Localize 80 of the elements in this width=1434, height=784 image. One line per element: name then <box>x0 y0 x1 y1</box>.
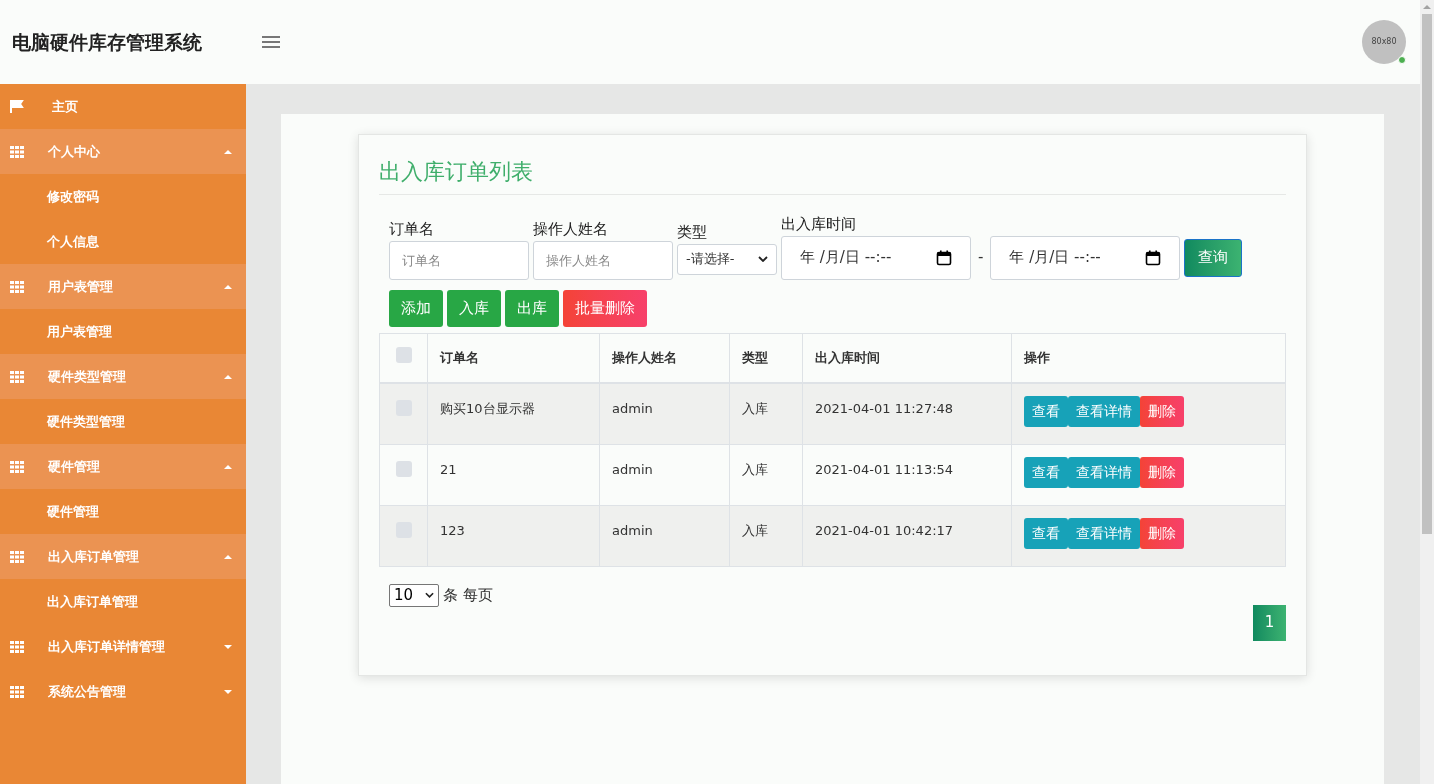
sidebar-item[interactable]: 主页 <box>0 84 246 129</box>
row-action-button[interactable]: 查看 <box>1024 517 1068 549</box>
caret-icon <box>224 464 232 469</box>
datetime-field[interactable]: 年 /月/日 --:-- <box>781 235 971 280</box>
search-button[interactable]: 查询 <box>1184 238 1243 277</box>
table-cell: 入库 <box>729 505 803 566</box>
table-cell: 123 <box>427 505 600 566</box>
caret-icon <box>224 149 232 154</box>
avatar-text: 80x80 <box>1371 36 1397 48</box>
sidebar-subitem[interactable]: 用户表管理 <box>0 309 246 354</box>
sidebar-group[interactable]: 用户表管理 <box>0 264 246 309</box>
table-cell: 2021-04-01 11:13:54 <box>802 444 1012 505</box>
caret-icon <box>224 689 232 694</box>
scrollbar-thumb[interactable] <box>1422 14 1432 534</box>
grid-icon <box>10 280 24 293</box>
table-cell: admin <box>599 505 730 566</box>
table-cell: 2021-04-01 11:27:48 <box>802 383 1012 444</box>
grid-icon <box>10 685 24 698</box>
sidebar-group[interactable]: 出入库订单详情管理 <box>0 624 246 669</box>
page-size-select[interactable]: 10 <box>389 583 439 607</box>
sidebar-group[interactable]: 系统公告管理 <box>0 669 246 714</box>
chevron-icon <box>425 592 434 598</box>
row-action-button[interactable]: 删除 <box>1140 396 1184 427</box>
chevron-icon <box>758 256 768 262</box>
table-cell: admin <box>599 383 730 444</box>
page-button[interactable]: 1 <box>1253 604 1286 641</box>
sidebar-subitem[interactable]: 硬件类型管理 <box>0 399 246 444</box>
table-cell: 21 <box>427 444 600 505</box>
caret-icon <box>224 374 232 379</box>
range-separator: - <box>978 247 984 269</box>
table-cell: admin <box>599 444 730 505</box>
caret-icon <box>224 284 232 289</box>
filter-label: 操作人姓名 <box>533 219 609 240</box>
flag-icon <box>10 100 24 113</box>
table-cell: 购买10台显示器 <box>427 383 600 444</box>
action-button[interactable]: 批量删除 <box>563 289 647 327</box>
sidebar-group[interactable]: 硬件类型管理 <box>0 354 246 399</box>
checkbox[interactable] <box>395 460 412 477</box>
text-field[interactable]: 操作人姓名 <box>533 240 673 280</box>
action-button[interactable]: 入库 <box>447 289 501 327</box>
page-size-label: 条 每页 <box>443 584 493 606</box>
avatar[interactable]: 80x80 <box>1362 20 1406 64</box>
calendar-icon <box>1145 249 1162 266</box>
grid-icon <box>10 640 24 653</box>
table-cell: 入库 <box>729 383 803 444</box>
table-cell: 2021-04-01 10:42:17 <box>802 505 1012 566</box>
row-action-button[interactable]: 查看详情 <box>1068 517 1140 549</box>
row-action-button[interactable]: 查看 <box>1024 396 1068 427</box>
filter-label: 订单名 <box>389 219 435 240</box>
action-button[interactable]: 添加 <box>389 289 443 327</box>
type-select[interactable]: -请选择- <box>677 243 777 275</box>
grid-icon <box>10 145 24 158</box>
grid-icon <box>10 370 24 383</box>
sidebar-subitem[interactable]: 出入库订单管理 <box>0 579 246 624</box>
row-action-button[interactable]: 删除 <box>1140 456 1184 488</box>
table-cell: 入库 <box>729 444 803 505</box>
sidebar-subitem[interactable]: 修改密码 <box>0 174 246 219</box>
caret-icon <box>224 644 232 649</box>
checkbox[interactable] <box>395 347 412 363</box>
app-title: 电脑硬件库存管理系统 <box>12 29 203 55</box>
sidebar-subitem[interactable]: 硬件管理 <box>0 489 246 534</box>
sidebar-group[interactable]: 出入库订单管理 <box>0 534 246 579</box>
action-button[interactable]: 出库 <box>505 289 559 327</box>
sidebar-group[interactable]: 硬件管理 <box>0 444 246 489</box>
row-action-button[interactable]: 查看详情 <box>1068 396 1140 427</box>
calendar-icon <box>936 249 952 266</box>
grid-icon <box>10 550 24 563</box>
sidebar-subitem[interactable]: 个人信息 <box>0 219 246 264</box>
menu-icon[interactable] <box>262 35 280 49</box>
text-field[interactable]: 订单名 <box>389 240 529 280</box>
row-action-button[interactable]: 查看 <box>1024 456 1068 488</box>
sidebar-group[interactable]: 个人中心 <box>0 129 246 174</box>
datetime-field[interactable]: 年 /月/日 --:-- <box>990 235 1181 280</box>
filter-label: 类型 <box>677 222 708 243</box>
grid-icon <box>10 460 24 473</box>
filter-label: 出入库时间 <box>781 214 857 235</box>
row-action-button[interactable]: 删除 <box>1140 517 1184 549</box>
caret-icon <box>224 554 232 559</box>
row-action-button[interactable]: 查看详情 <box>1068 456 1140 488</box>
card-title: 出入库订单列表 <box>379 155 1286 195</box>
